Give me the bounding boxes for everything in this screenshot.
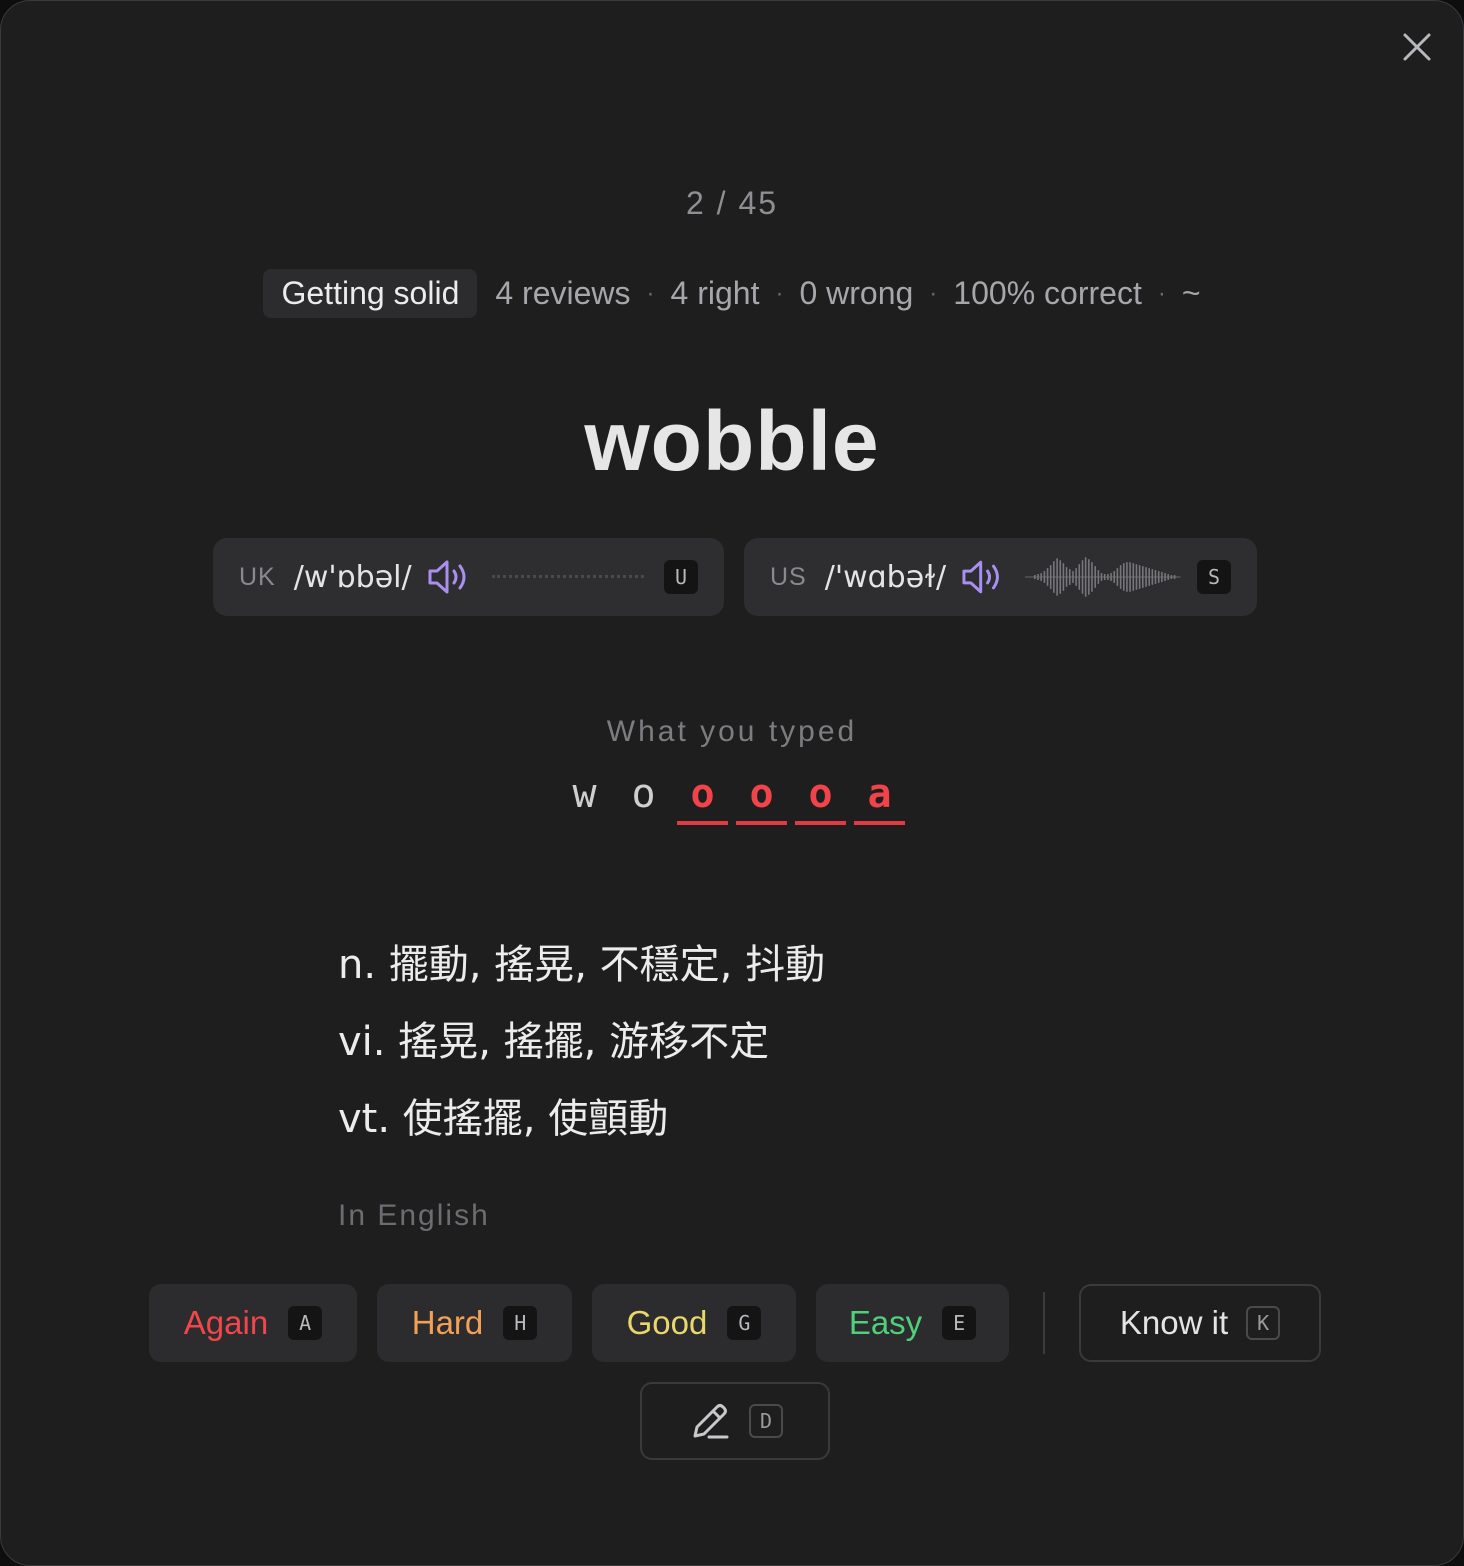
typed-label: What you typed [606, 715, 858, 748]
waveform-icon [1025, 557, 1181, 597]
close-icon[interactable] [1399, 29, 1435, 65]
typed-char-wrong: o [677, 771, 728, 825]
speaker-icon[interactable] [426, 557, 474, 597]
pronunciation-uk-button[interactable]: UK /w'ɒbəl/ U [213, 538, 724, 616]
shortcut-key: H [503, 1306, 538, 1340]
shortcut-key: U [664, 560, 698, 594]
stat-wrong: 0 wrong [799, 275, 914, 311]
shortcut-key: K [1246, 1306, 1281, 1340]
definition-line: vt. 使搖擺, 使顫動 [338, 1096, 669, 1142]
good-label: Good [626, 1304, 708, 1341]
stage-badge: Getting solid [263, 269, 478, 318]
pronunciation-row: UK /w'ɒbəl/ U US /'wɑbəɫ/ S [213, 538, 1257, 616]
definitions: n. 擺動, 搖晃, 不穩定, 抖動 vi. 搖晃, 搖擺, 游移不定 vt. … [338, 927, 825, 1158]
review-dialog: 2 / 45 Getting solid 4 reviews · 4 right… [0, 0, 1464, 1566]
stat-separator: · [929, 279, 938, 307]
ipa-text: /w'ɒbəl/ [293, 559, 412, 595]
know-it-label: Know it [1119, 1304, 1229, 1341]
typed-char-wrong: a [854, 771, 905, 825]
shortcut-key: S [1197, 560, 1231, 594]
waveform-placeholder [491, 574, 644, 580]
definition-line: vi. 搖晃, 搖擺, 游移不定 [338, 1019, 770, 1065]
hard-label: Hard [411, 1304, 484, 1341]
pronunciation-us-button[interactable]: US /'wɑbəɫ/ S [744, 538, 1257, 616]
stat-separator: · [775, 279, 784, 307]
typed-char-wrong: o [736, 771, 787, 825]
typed-answer: w o o o o a [1, 771, 1463, 825]
stat-separator: · [1157, 279, 1166, 307]
rating-actions: Again A Hard H Good G Easy E Know it K [149, 1284, 1321, 1362]
word-stats: Getting solid 4 reviews · 4 right · 0 wr… [1, 269, 1463, 318]
definition-line: n. 擺動, 搖晃, 不穩定, 抖動 [338, 942, 826, 988]
again-button[interactable]: Again A [149, 1284, 357, 1362]
typed-char-wrong: o [795, 771, 846, 825]
headword: wobble [584, 394, 880, 488]
again-label: Again [183, 1304, 269, 1341]
hard-button[interactable]: Hard H [377, 1284, 572, 1362]
stat-separator: · [646, 279, 655, 307]
stat-correct-rate: 100% correct [953, 275, 1142, 311]
in-english-toggle[interactable]: In English [338, 1199, 490, 1233]
region-label: US [770, 562, 807, 591]
region-label: UK [239, 562, 276, 591]
stat-reviews: 4 reviews [495, 275, 631, 311]
good-button[interactable]: Good G [592, 1284, 796, 1362]
typed-char: o [631, 771, 656, 817]
shortcut-key: D [749, 1404, 783, 1438]
shortcut-key: E [942, 1306, 977, 1340]
speaker-icon[interactable] [960, 557, 1007, 597]
know-it-button[interactable]: Know it K [1079, 1284, 1321, 1362]
shortcut-key: A [288, 1306, 323, 1340]
action-divider [1043, 1292, 1045, 1354]
progress-counter: 2 / 45 [685, 185, 779, 221]
shortcut-key: G [727, 1306, 762, 1340]
pencil-icon [693, 1404, 729, 1439]
stat-trend: ~ [1181, 275, 1201, 311]
edit-button[interactable]: D [640, 1382, 830, 1460]
typed-char: w [572, 771, 597, 817]
stat-right: 4 right [670, 275, 760, 311]
easy-label: Easy [848, 1304, 923, 1341]
easy-button[interactable]: Easy E [816, 1284, 1009, 1362]
ipa-text: /'wɑbəɫ/ [824, 559, 947, 595]
